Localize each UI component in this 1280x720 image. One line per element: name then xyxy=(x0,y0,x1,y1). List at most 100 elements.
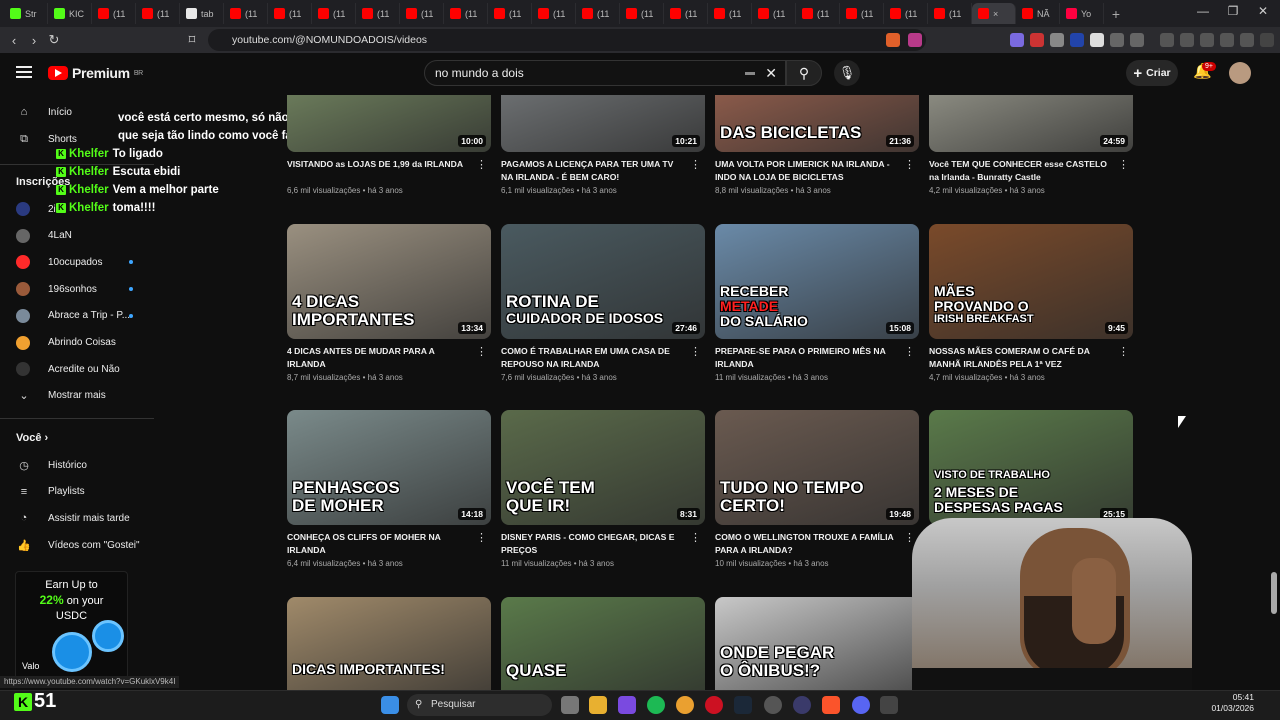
more-actions-icon[interactable]: ⋮ xyxy=(1118,158,1129,171)
video-title[interactable]: PAGAMOS A LICENÇA PARA TER UMA TV NA IRL… xyxy=(501,158,686,184)
more-actions-icon[interactable]: ⋮ xyxy=(476,158,487,171)
reload-icon[interactable]: ↻ xyxy=(44,32,64,48)
video-card[interactable]: 24:59 Você TEM QUE CONHECER esse CASTELO … xyxy=(929,95,1133,195)
app-icon[interactable] xyxy=(880,696,898,714)
video-card[interactable]: RECEBER METADE DO SALÁRIO 15:08 PREPARE-SE P… xyxy=(715,224,919,382)
browser-tab[interactable]: Yo xyxy=(1060,3,1104,24)
create-button[interactable]: + Criar xyxy=(1126,60,1178,86)
url-field[interactable]: youtube.com/@NOMUNDOADOIS/videos xyxy=(208,29,926,51)
video-card[interactable]: VOCÊ TEM QUE IR! 8:31 DISNEY PARIS - COMO C… xyxy=(501,410,705,568)
video-title[interactable]: PREPARE-SE PARA O PRIMEIRO MÊS NA IRLAND… xyxy=(715,345,900,371)
menu-icon[interactable] xyxy=(1260,33,1274,47)
video-thumbnail[interactable]: DAS BICICLETAS 21:36 xyxy=(715,95,919,152)
video-thumbnail[interactable]: 10:21 xyxy=(501,95,705,152)
file-explorer-icon[interactable] xyxy=(589,696,607,714)
browser-tab[interactable]: Str xyxy=(4,3,48,24)
steam-icon[interactable] xyxy=(734,696,752,714)
show-more-button[interactable]: ⌄ Mostrar mais xyxy=(16,384,151,406)
browser-tab[interactable]: (11 xyxy=(312,3,356,24)
sidebar-subscription-item[interactable]: Acredite ou Não xyxy=(16,358,151,380)
browser-tab[interactable]: (11 xyxy=(664,3,708,24)
video-thumbnail[interactable]: RECEBER METADE DO SALÁRIO 15:08 xyxy=(715,224,919,339)
you-header[interactable]: Você › xyxy=(16,432,48,444)
browser-tab[interactable]: (11 xyxy=(752,3,796,24)
more-actions-icon[interactable]: ⋮ xyxy=(904,345,915,358)
clear-search-icon[interactable]: ✕ xyxy=(765,61,777,85)
video-card[interactable]: 10:00 VISITANDO as LOJAS DE 1,99 da IRLAN… xyxy=(287,95,491,195)
sidebar-item-liked[interactable]: 👍 Vídeos com "Gostei" xyxy=(16,534,151,556)
video-thumbnail[interactable]: ONDE PEGAR O ÔNIBUS!? xyxy=(715,597,919,690)
app-icon[interactable] xyxy=(793,696,811,714)
browser-tab[interactable]: (11 xyxy=(532,3,576,24)
screenshot-icon[interactable] xyxy=(1130,33,1144,47)
sidebar-subscription-item[interactable]: 4LaN xyxy=(16,225,151,247)
extension-icon[interactable] xyxy=(1090,33,1104,47)
sidebar-item-watch-later[interactable]: ◔ Assistir mais tarde xyxy=(16,507,151,529)
video-title[interactable]: COMO O WELLINGTON TROUXE A FAMÍLIA PARA … xyxy=(715,531,900,557)
extension-icon[interactable] xyxy=(1050,33,1064,47)
browser-tab[interactable]: (11 xyxy=(840,3,884,24)
browser-tab[interactable]: (11 xyxy=(708,3,752,24)
browser-tab[interactable]: tab xyxy=(180,3,224,24)
browser-tab[interactable]: (11 xyxy=(356,3,400,24)
brave-shield-icon[interactable] xyxy=(886,33,900,47)
media-icon[interactable] xyxy=(1160,33,1174,47)
task-view-icon[interactable] xyxy=(561,696,579,714)
more-actions-icon[interactable]: ⋮ xyxy=(690,345,701,358)
more-actions-icon[interactable]: ⋮ xyxy=(1118,345,1129,358)
more-actions-icon[interactable]: ⋮ xyxy=(476,531,487,544)
video-title[interactable]: COMO É TRABALHAR EM UMA CASA DE REPOUSO … xyxy=(501,345,686,371)
crypto-ad-overlay[interactable]: Earn Up to 22% on your USDC Valo xyxy=(15,571,128,679)
video-thumbnail[interactable]: 10:00 xyxy=(287,95,491,152)
video-card[interactable]: TUDO NO TEMPO CERTO! 19:48 COMO O WELLINGTO… xyxy=(715,410,919,568)
browser-tab[interactable]: NÃ xyxy=(1016,3,1060,24)
sidebar-item-playlists[interactable]: ≡ Playlists xyxy=(16,481,151,503)
tab-label[interactable]: × xyxy=(993,9,998,19)
bookmark-icon[interactable]: ⌑ xyxy=(182,32,202,48)
browser-tab[interactable]: (11 xyxy=(928,3,972,24)
video-thumbnail[interactable]: PENHASCOS DE MOHER 14:18 xyxy=(287,410,491,525)
video-card[interactable]: DAS BICICLETAS 21:36 UMA VOLTA POR LIMERIC… xyxy=(715,95,919,195)
browser-tab[interactable]: (11 xyxy=(400,3,444,24)
brave-icon[interactable] xyxy=(822,696,840,714)
more-actions-icon[interactable]: ⋮ xyxy=(904,531,915,544)
video-title[interactable]: DISNEY PARIS - COMO CHEGAR, DICAS E PREÇ… xyxy=(501,531,686,557)
taskbar-search[interactable]: ⚲ Pesquisar xyxy=(407,694,552,716)
video-card[interactable]: ROTINA DE CUIDADOR DE IDOSOS 27:46 COMO É T… xyxy=(501,224,705,382)
sidebar-icon[interactable] xyxy=(1180,33,1194,47)
video-thumbnail[interactable]: ROTINA DE CUIDADOR DE IDOSOS 27:46 xyxy=(501,224,705,339)
video-thumbnail[interactable]: QUASE xyxy=(501,597,705,690)
taskbar-clock[interactable]: 05:41 01/03/2026 xyxy=(1200,692,1254,714)
keyboard-icon[interactable]: ▬ xyxy=(745,61,755,85)
video-thumbnail[interactable]: VOCÊ TEM QUE IR! 8:31 xyxy=(501,410,705,525)
video-title[interactable]: UMA VOLTA POR LIMERICK NA IRLANDA - INDO… xyxy=(715,158,900,184)
back-icon[interactable]: ‹ xyxy=(4,33,24,48)
video-title[interactable]: Você TEM QUE CONHECER esse CASTELO na Ir… xyxy=(929,158,1114,184)
chrome-icon[interactable] xyxy=(676,696,694,714)
extension-icon[interactable] xyxy=(1010,33,1024,47)
video-title[interactable]: VISITANDO as LOJAS DE 1,99 da IRLANDA xyxy=(287,158,472,184)
search-input[interactable]: no mundo a dois ▬ ✕ xyxy=(424,60,786,86)
maximize-button[interactable]: ❐ xyxy=(1218,4,1248,18)
video-thumbnail[interactable]: DICAS IMPORTANTES! xyxy=(287,597,491,690)
rewards-icon[interactable] xyxy=(908,33,922,47)
video-title[interactable]: CONHEÇA OS CLIFFS OF MOHER NA IRLANDA xyxy=(287,531,472,557)
browser-tab[interactable]: (11 xyxy=(884,3,928,24)
browser-tab[interactable]: (11 xyxy=(268,3,312,24)
extension-icon[interactable] xyxy=(1030,33,1044,47)
account-avatar[interactable] xyxy=(1229,62,1251,84)
video-card[interactable]: PENHASCOS DE MOHER 14:18 CONHEÇA OS CLIFFS … xyxy=(287,410,491,568)
forward-icon[interactable]: › xyxy=(24,33,44,48)
extensions-puzzle-icon[interactable] xyxy=(1110,33,1124,47)
minimize-button[interactable]: — xyxy=(1188,4,1218,18)
discord-icon[interactable] xyxy=(852,696,870,714)
browser-tab[interactable]: (11 xyxy=(488,3,532,24)
windows-start-icon[interactable] xyxy=(381,696,399,714)
more-actions-icon[interactable]: ⋮ xyxy=(690,531,701,544)
more-actions-icon[interactable]: ⋮ xyxy=(476,345,487,358)
browser-tab[interactable]: × xyxy=(972,3,1016,24)
video-card[interactable]: MÃES PROVANDO O IRISH BREAKFAST 9:45 NOSSAS … xyxy=(929,224,1133,382)
more-actions-icon[interactable]: ⋮ xyxy=(690,158,701,171)
extension-icon[interactable] xyxy=(1070,33,1084,47)
video-card[interactable]: DICAS IMPORTANTES! xyxy=(287,597,491,690)
